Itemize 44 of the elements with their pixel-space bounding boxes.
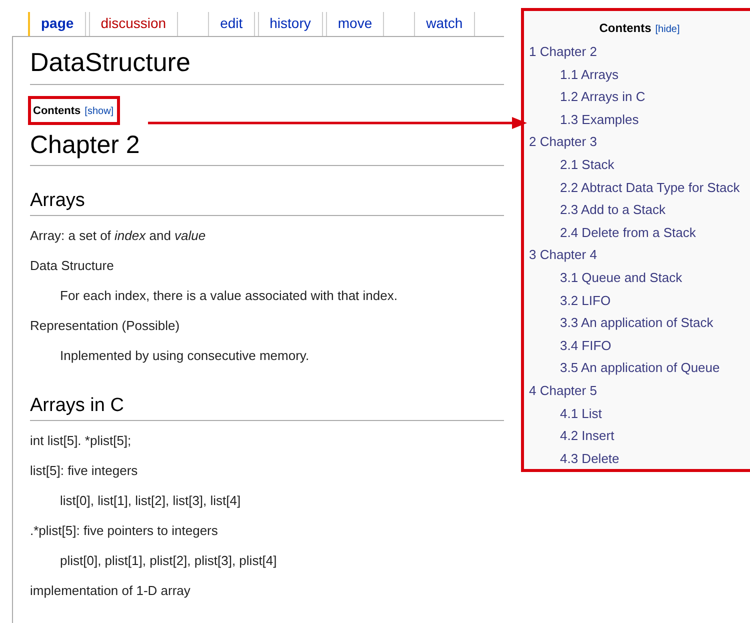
toc-link[interactable]: 4.3 Delete	[560, 450, 620, 466]
toc-link[interactable]: 4.2 Insert	[560, 428, 614, 444]
paragraph-text: .*plist[5]: five pointers to integers	[30, 523, 218, 538]
toc-link[interactable]: 4 Chapter 5	[529, 382, 597, 398]
paragraph-text: list[5]: five integers	[30, 463, 138, 478]
paragraph-text: Representation (Possible)	[30, 318, 180, 333]
toc-link[interactable]: 2.2 Abtract Data Type for Stack	[560, 180, 740, 195]
toc-link[interactable]: 1.3 Examples	[560, 112, 639, 127]
paragraph-text: Data Structure	[30, 258, 114, 273]
toc-link[interactable]: 2.3 Add to a Stack	[560, 202, 666, 218]
paragraph-text: implementation of 1-D array	[30, 583, 190, 598]
indented-text: list[0], list[1], list[2], list[3], list[4]	[60, 493, 241, 508]
contents-title: Contents	[599, 21, 652, 35]
tab[interactable]: move	[326, 12, 384, 36]
toc-link[interactable]: 2 Chapter 3	[529, 134, 597, 150]
tab[interactable]: watch	[414, 12, 475, 36]
show-link[interactable]: [show]	[84, 106, 114, 117]
toc-link[interactable]: 4.1 List	[560, 406, 602, 420]
toc-link[interactable]: 3.3 An application of Stack	[560, 315, 714, 330]
hide-link[interactable]: [hide]	[655, 24, 680, 35]
tab[interactable]: edit	[208, 12, 255, 36]
tab[interactable]: discussion	[88, 12, 178, 36]
toc-link[interactable]: 3.5 An application of Queue	[560, 360, 720, 376]
toc-link[interactable]: 1.1 Arrays	[560, 66, 619, 82]
contents-label: Contents	[33, 105, 81, 117]
chapter-heading: Chapter 2	[30, 129, 504, 166]
indented-text: Inplemented by using consecutive memory.	[60, 348, 310, 363]
toc-link[interactable]: 3.4 FIFO	[560, 338, 612, 353]
toc-link[interactable]: 2.1 Stack	[560, 156, 614, 172]
toc-link[interactable]: 1 Chapter 2	[529, 44, 597, 59]
section-heading: Arrays	[30, 190, 504, 216]
section-heading: Arrays in C	[30, 395, 504, 421]
toc-link[interactable]: 3.2 LIFO	[560, 292, 611, 308]
toc-link[interactable]: 3.1 Queue and Stack	[560, 270, 682, 285]
toc-link[interactable]: 3 Chapter 4	[529, 247, 597, 262]
paragraph-text: Array: a set of index and value	[30, 228, 206, 243]
indented-text: For each index, there is a value associated with that index.	[60, 288, 398, 303]
tab[interactable]: history	[258, 12, 323, 36]
paragraph-text: int list[5]. *plist[5];	[30, 433, 132, 448]
toc-link[interactable]: 2.4 Delete from a Stack	[560, 224, 696, 240]
indented-text: plist[0], plist[1], plist[2], plist[3], plist[4]	[60, 553, 277, 568]
page-title: DataStructure	[30, 47, 504, 85]
toc-link[interactable]: 1.2 Arrays in C	[560, 89, 646, 104]
tab[interactable]: page	[28, 12, 86, 36]
